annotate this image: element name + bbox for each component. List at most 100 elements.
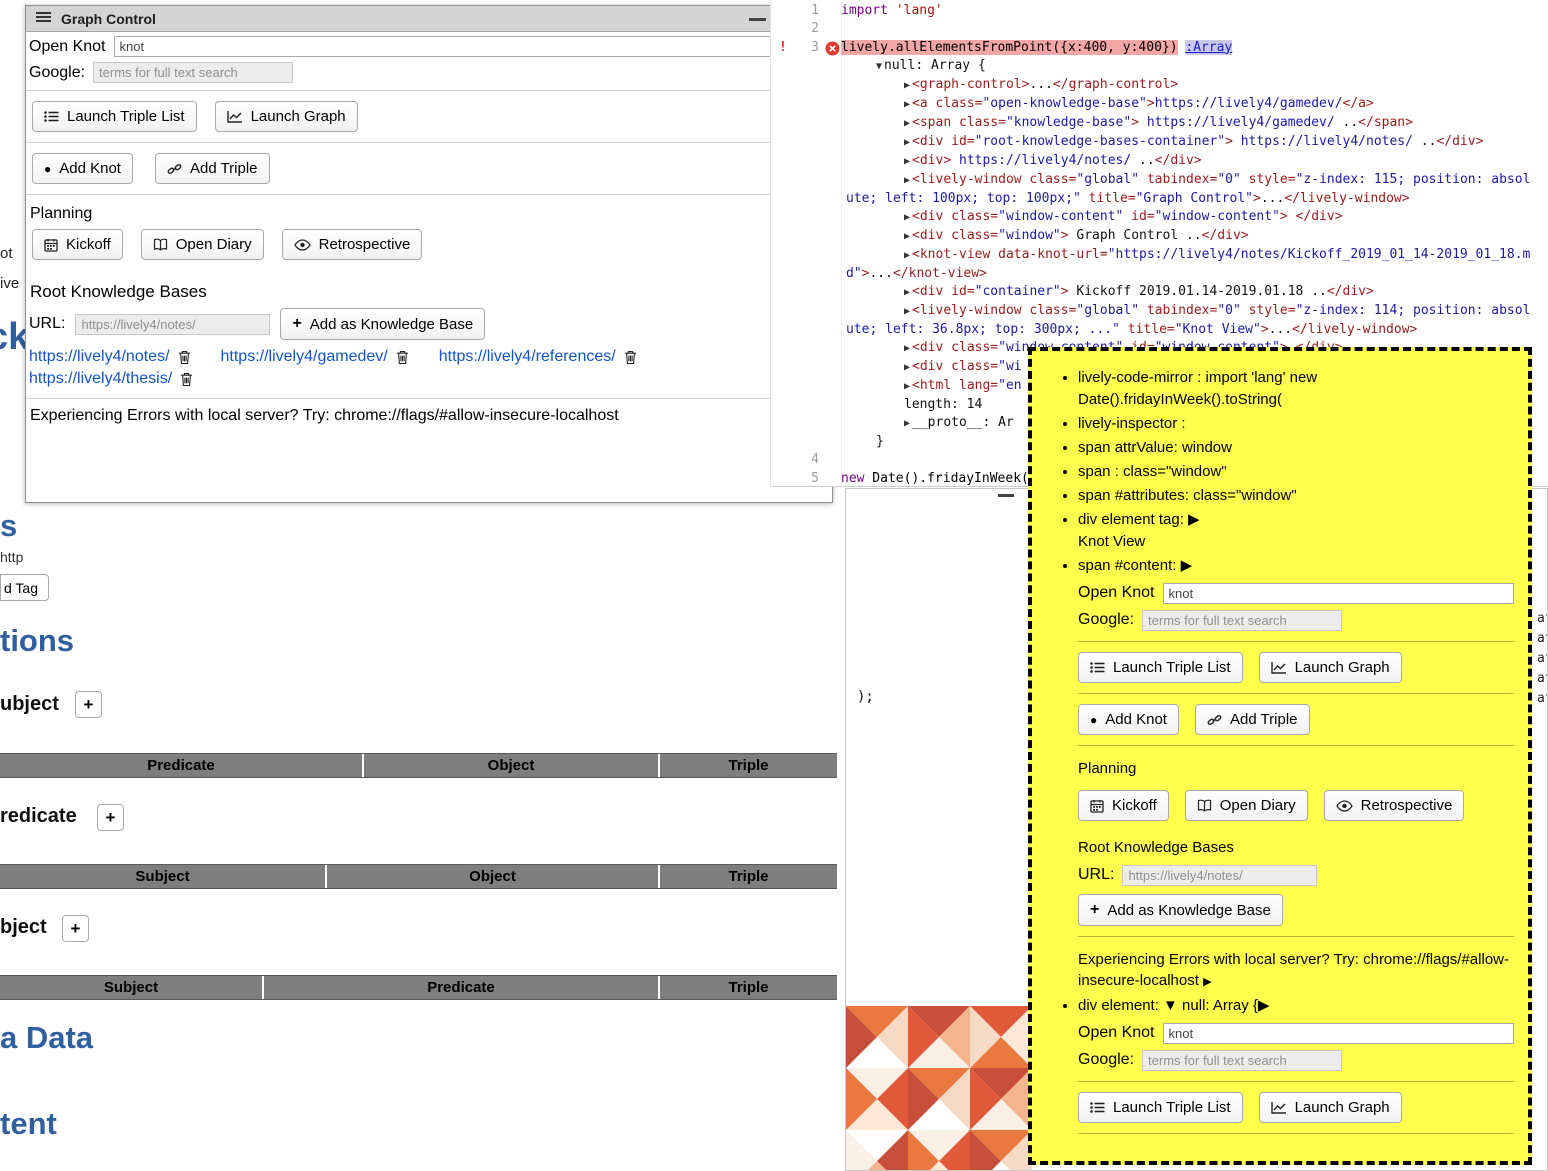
root-knowledge-bases-heading: Root Knowledge Bases [30, 282, 826, 302]
disclosure-triangle-icon[interactable]: ▶ [904, 231, 910, 242]
knowledge-base-link[interactable]: https://lively4/gamedev/ [221, 348, 388, 366]
inspector-node[interactable]: ▶<div class="window"> Graph Control ..</… [846, 227, 1538, 246]
minimize-icon[interactable] [998, 494, 1014, 497]
disclosure-triangle-icon[interactable]: ▶ [904, 99, 910, 110]
code-line[interactable]: 1 import 'lang' [771, 2, 1548, 20]
google-search-input[interactable] [93, 62, 293, 83]
disclosure-triangle-icon[interactable]: ▶ [904, 212, 910, 223]
open-knot-row: Open Knot [1078, 1022, 1514, 1044]
table-header-row: SubjectObjectTriple [0, 864, 837, 889]
launch-graph-button[interactable]: Launch Graph [1259, 1092, 1402, 1123]
google-label: Google: [29, 64, 85, 82]
open-diary-button[interactable]: Open Diary [141, 229, 264, 260]
disclosure-triangle-icon[interactable]: ▶ [904, 80, 910, 91]
divider [1078, 745, 1514, 746]
inspector-node[interactable]: ▼null: Array { [846, 57, 1538, 76]
open-knot-input[interactable] [1163, 1023, 1515, 1044]
disclosure-triangle-icon[interactable]: ▶ [904, 175, 910, 186]
knowledge-base-link[interactable]: https://lively4/notes/ [29, 348, 170, 366]
type-annotation-link[interactable]: :Array [1185, 40, 1232, 55]
open-diary-button[interactable]: Open Diary [1185, 790, 1308, 821]
disclosure-triangle-icon[interactable]: ▶ [904, 343, 910, 354]
knowledge-base-link[interactable]: https://lively4/references/ [439, 348, 616, 366]
launch-triple-list-button[interactable]: Launch Triple List [32, 101, 197, 132]
retrospective-button[interactable]: Retrospective [282, 229, 423, 260]
table-header-cell: Triple [658, 754, 837, 777]
disclosure-triangle-icon[interactable]: ▶ [904, 306, 910, 317]
tooltip-item: span #content: ▶ Open Knot Google: Launc… [1078, 555, 1514, 993]
disclosure-triangle-icon[interactable]: ▶ [904, 156, 910, 167]
plus-icon: + [1090, 901, 1099, 919]
launch-triple-list-button[interactable]: Launch Triple List [1078, 652, 1243, 683]
inspector-node[interactable]: ▶<div id="container"> Kickoff 2019.01.14… [846, 283, 1538, 302]
trash-icon[interactable] [178, 350, 191, 365]
window-titlebar[interactable]: Graph Control [26, 6, 832, 32]
error-circle-icon [825, 41, 840, 56]
disclosure-triangle-icon[interactable]: ▶ [904, 250, 910, 261]
open-knot-input[interactable] [1163, 583, 1515, 604]
add-predicate-button[interactable]: + [97, 804, 124, 831]
disclosure-triangle-icon[interactable]: ▶ [904, 287, 910, 298]
code-line-error[interactable]: ! 3 lively.allElementsFromPoint({x:400, … [771, 39, 1548, 57]
google-search-input[interactable] [1142, 610, 1342, 631]
mosaic-image [846, 1006, 1033, 1171]
add-tag-button[interactable]: d Tag [0, 574, 49, 601]
page-text-fragment: bject [0, 917, 47, 938]
inspector-node[interactable]: ▶<div> https://lively4/notes/ ..</div> [846, 152, 1538, 171]
trash-icon[interactable] [396, 350, 409, 365]
disclosure-triangle-icon[interactable]: ▶ [904, 362, 910, 373]
add-knowledge-base-button[interactable]: + Add as Knowledge Base [1078, 894, 1283, 926]
disclosure-triangle-icon[interactable]: ▶ [904, 381, 910, 392]
inspector-node[interactable]: ▶<span class="knowledge-base"> https://l… [846, 114, 1538, 133]
graph-control-window: Graph Control Open Knot Google: Launch T… [25, 5, 833, 503]
add-subject-button[interactable]: + [75, 691, 102, 718]
inspector-node[interactable]: ▶<div id="root-knowledge-bases-container… [846, 133, 1538, 152]
add-triple-button[interactable]: Add Triple [1195, 704, 1310, 735]
table-header-cell: Predicate [262, 976, 658, 999]
disclosure-triangle-icon[interactable]: ▼ [876, 61, 882, 72]
minimize-icon[interactable] [749, 18, 766, 21]
inspector-node[interactable]: ▶<div class="window-content" id="window-… [846, 208, 1538, 227]
add-knot-button[interactable]: ● Add Knot [1078, 704, 1179, 735]
add-knot-button[interactable]: ● Add Knot [32, 153, 133, 184]
url-input[interactable] [75, 314, 270, 335]
hamburger-menu-icon[interactable] [36, 10, 51, 28]
disclosure-triangle-icon[interactable]: ▶ [904, 118, 910, 129]
knot-circle-icon: ● [44, 163, 51, 175]
add-knowledge-base-button[interactable]: + Add as Knowledge Base [280, 308, 485, 340]
google-search-input[interactable] [1142, 1050, 1342, 1071]
tooltip-item: span attrValue: window [1078, 437, 1514, 459]
disclosure-triangle-icon[interactable]: ▶ [904, 137, 910, 148]
disclosure-triangle-icon[interactable]: ▶ [904, 418, 910, 429]
kickoff-button[interactable]: Kickoff [1078, 790, 1169, 821]
divider [1078, 1133, 1514, 1134]
trash-icon[interactable] [180, 372, 193, 387]
google-row: Google: [1078, 1049, 1514, 1071]
inspector-node[interactable]: ▶<lively-window class="global" tabindex=… [846, 302, 1538, 339]
kickoff-button[interactable]: Kickoff [32, 229, 123, 260]
knowledge-base-link[interactable]: https://lively4/thesis/ [29, 370, 172, 388]
clipped-text-fragment: at [1537, 631, 1548, 646]
url-input[interactable] [1122, 865, 1317, 886]
add-triple-button[interactable]: Add Triple [155, 153, 270, 184]
inspector-node[interactable]: ▶<a class="open-knowledge-base">https://… [846, 95, 1538, 114]
launch-triple-list-button[interactable]: Launch Triple List [1078, 1092, 1243, 1123]
knot-circle-icon: ● [1090, 714, 1097, 726]
launch-graph-button[interactable]: Launch Graph [215, 101, 358, 132]
tooltip-item: span : class="window" [1078, 461, 1514, 483]
table-header-cell: Triple [658, 976, 837, 999]
inspector-node[interactable]: ▶<graph-control>...</graph-control> [846, 76, 1538, 95]
trash-icon[interactable] [624, 350, 637, 365]
retrospective-button[interactable]: Retrospective [1324, 790, 1465, 821]
open-knot-input[interactable] [114, 36, 827, 57]
url-label: URL: [29, 315, 65, 333]
code-line[interactable]: 2 [771, 20, 1548, 38]
inspector-node[interactable]: ▶<knot-view data-knot-url="https://livel… [846, 246, 1538, 283]
expand-triangle-icon[interactable]: ▶ [1203, 976, 1211, 988]
open-knot-label: Open Knot [1078, 582, 1155, 604]
launch-graph-button[interactable]: Launch Graph [1259, 652, 1402, 683]
inspector-node[interactable]: ▶<lively-window class="global" tabindex=… [846, 171, 1538, 208]
plus-icon: + [292, 315, 301, 333]
add-object-button[interactable]: + [62, 915, 89, 942]
window-title: Graph Control [61, 11, 156, 27]
